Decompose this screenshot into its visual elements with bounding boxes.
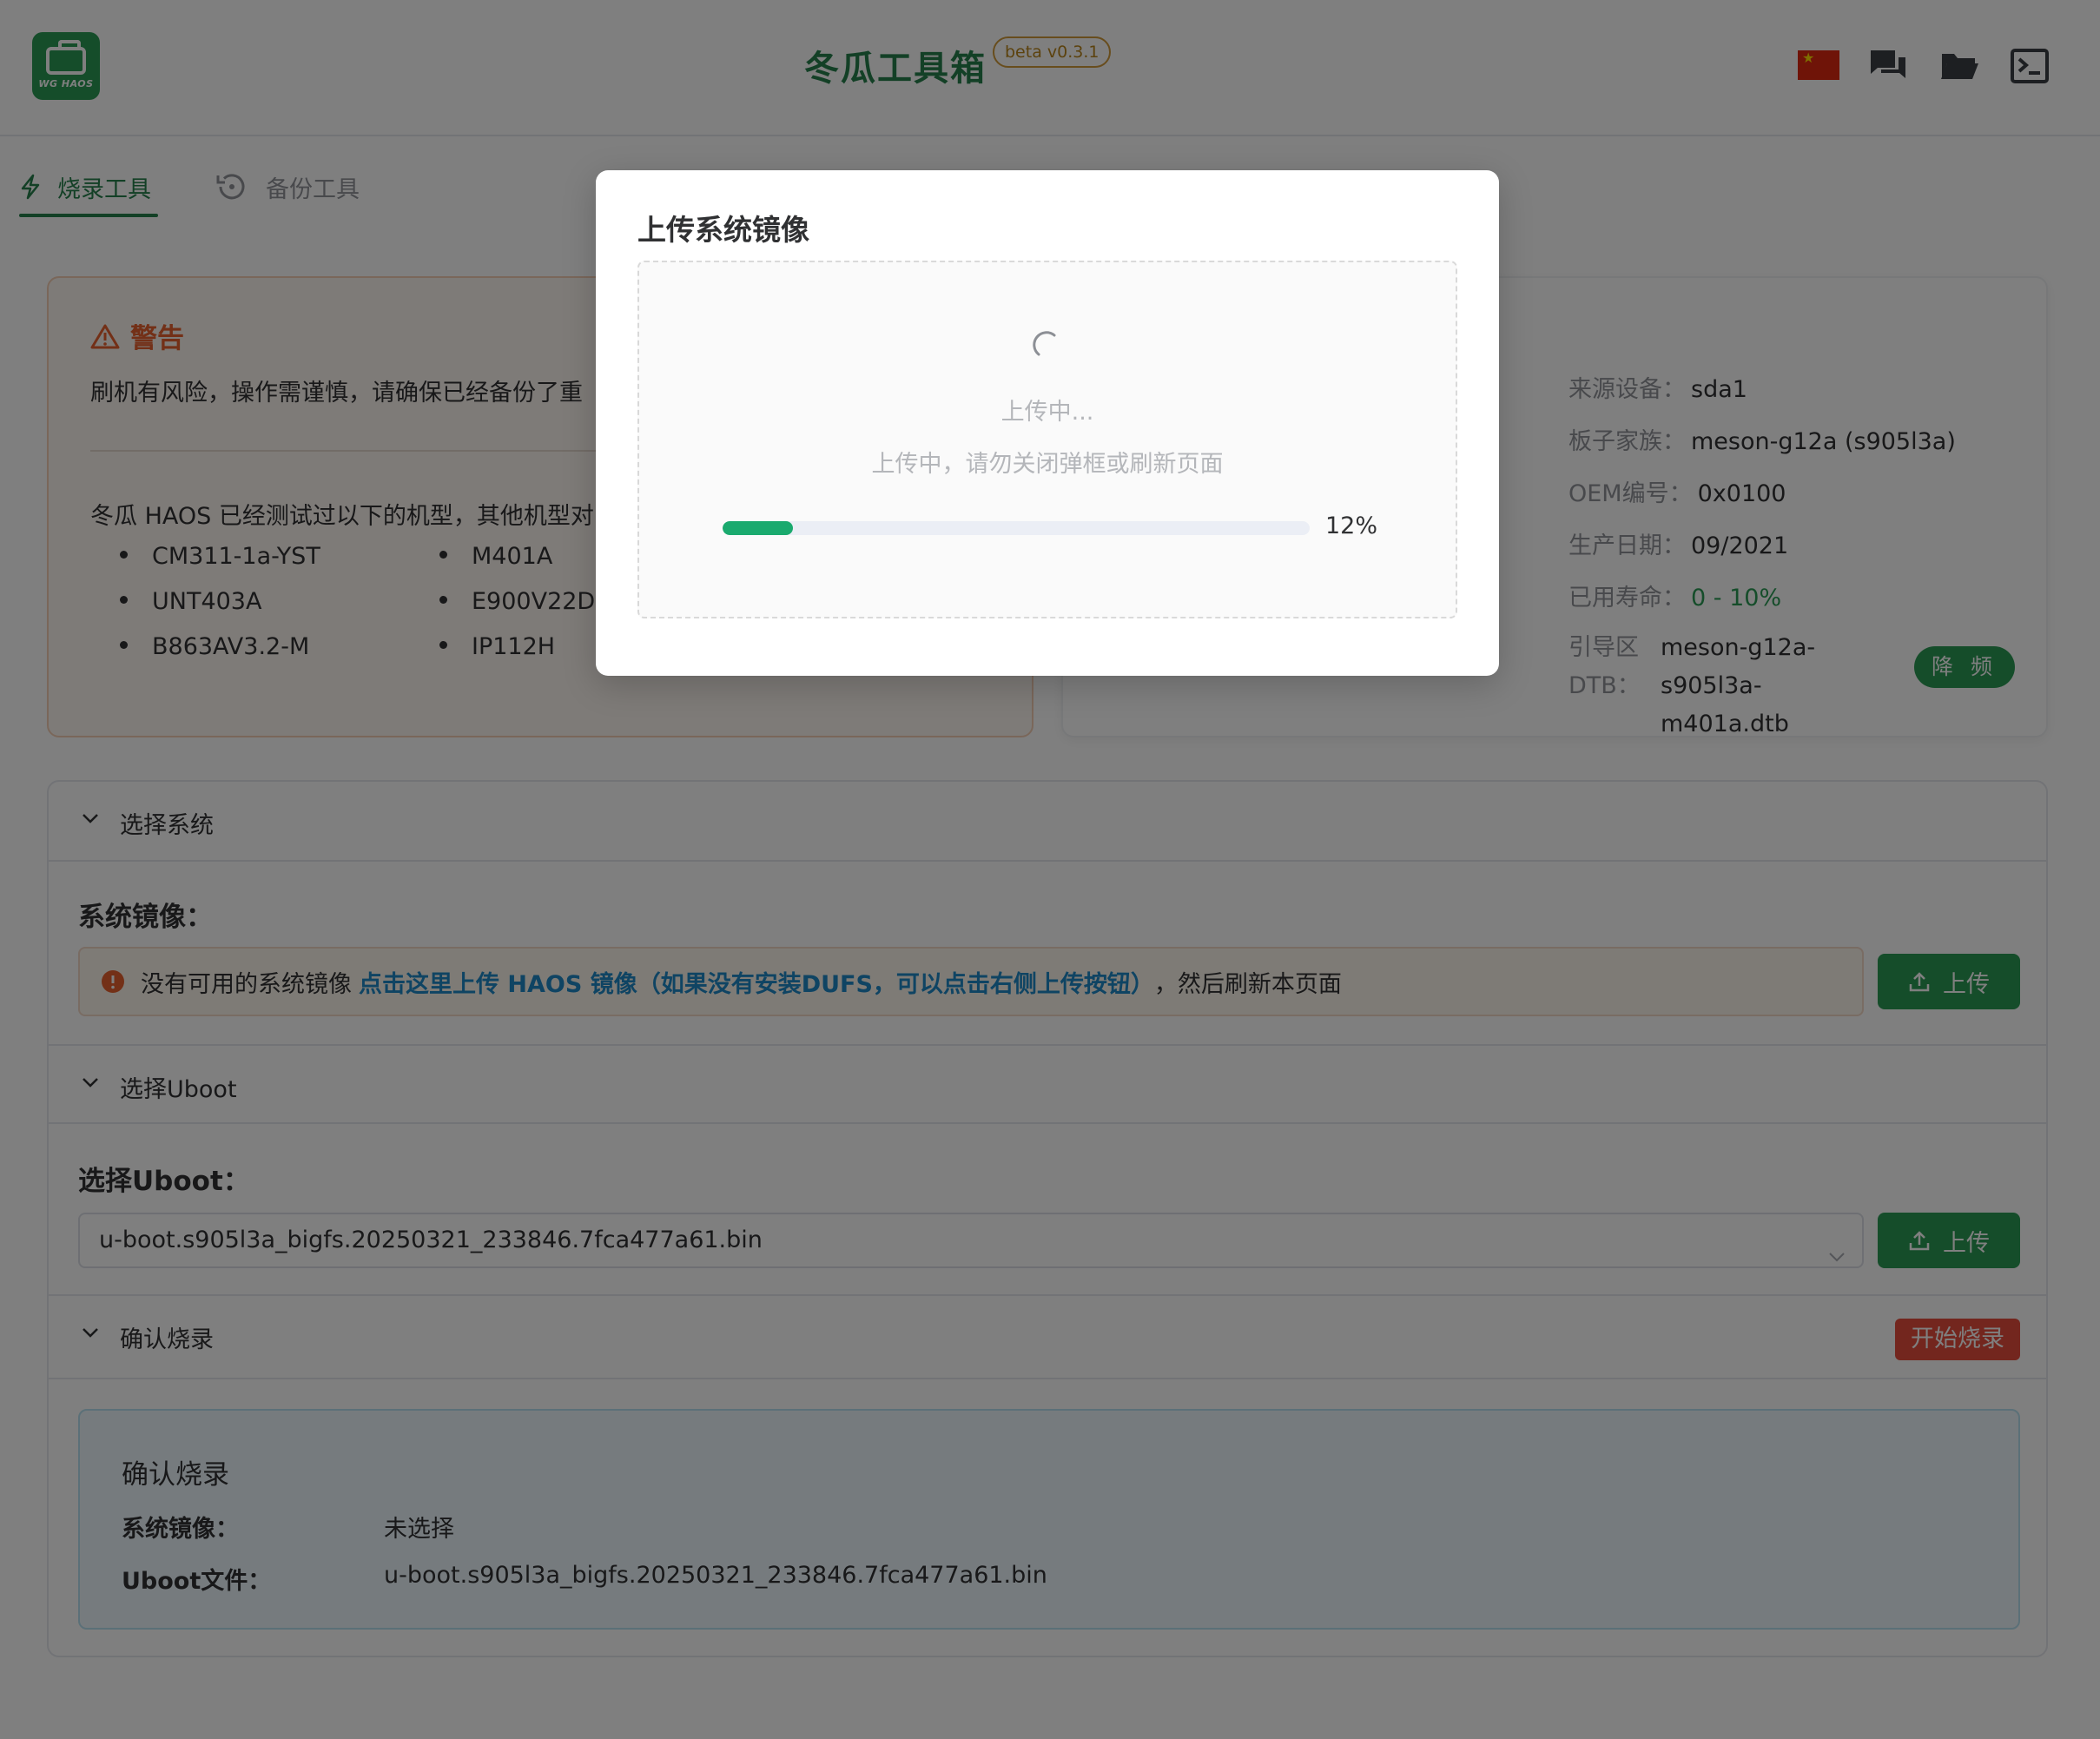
loading-spinner-icon (1028, 328, 1063, 367)
upload-status: 上传中... (1000, 399, 1094, 426)
modal-title: 上传系统镜像 (637, 213, 809, 247)
upload-progress-bar (723, 521, 1310, 535)
upload-progress-label: 12% (1325, 512, 1378, 539)
upload-drop-zone[interactable]: 上传中... 上传中，请勿关闭弹框或刷新页面 12% (637, 261, 1457, 618)
upload-hint: 上传中，请勿关闭弹框或刷新页面 (871, 451, 1224, 478)
upload-progress-fill (723, 521, 794, 535)
upload-image-modal: 上传系统镜像 上传中... 上传中，请勿关闭弹框或刷新页面 12% (596, 170, 1499, 676)
